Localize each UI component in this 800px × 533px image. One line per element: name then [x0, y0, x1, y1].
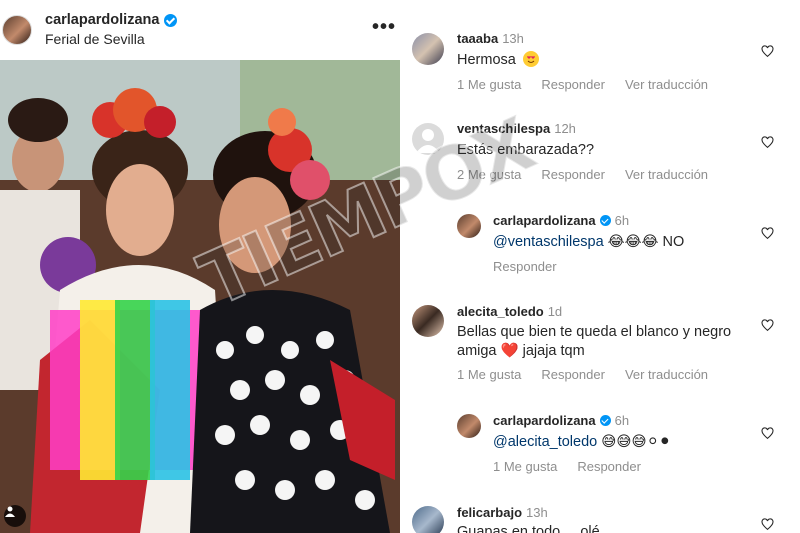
- more-horizontal-icon[interactable]: •••: [372, 16, 396, 39]
- reply-button[interactable]: Responder: [541, 367, 605, 382]
- verified-badge-icon: [599, 215, 611, 226]
- post-author-avatar[interactable]: [2, 15, 32, 45]
- heart-eyes-emoji-icon: [522, 51, 539, 67]
- photo-illustration: [0, 60, 400, 533]
- like-heart-icon[interactable]: [761, 136, 774, 149]
- comment-text: NO: [662, 234, 685, 250]
- sweat-smile-emoji-icon: 😅😅😅⚪⚫: [601, 434, 671, 450]
- post-photo[interactable]: [0, 60, 400, 533]
- comment-username[interactable]: taaaba: [457, 31, 498, 46]
- reply-button[interactable]: Responder: [493, 259, 557, 274]
- comment-likes[interactable]: 1 Me gusta: [457, 367, 521, 382]
- verified-badge-icon: [599, 415, 611, 426]
- comment-username[interactable]: carlapardolizana: [493, 213, 596, 228]
- post-author[interactable]: carlapardolizana: [45, 11, 178, 30]
- comment-timestamp[interactable]: 6h: [615, 213, 629, 228]
- comment-text: Hermosa: [457, 52, 516, 68]
- comment-timestamp[interactable]: 6h: [615, 413, 629, 428]
- comment-timestamp[interactable]: 13h: [502, 31, 524, 46]
- like-heart-icon[interactable]: [761, 45, 774, 58]
- reply-button[interactable]: Responder: [541, 77, 605, 92]
- comment-likes[interactable]: 1 Me gusta: [457, 77, 521, 92]
- commenter-avatar[interactable]: [457, 214, 481, 238]
- like-heart-icon[interactable]: [761, 319, 774, 332]
- commenter-avatar[interactable]: [457, 414, 481, 438]
- comment-likes[interactable]: 2 Me gusta: [457, 167, 521, 182]
- post-location[interactable]: Ferial de Sevilla: [45, 30, 177, 49]
- comment-likes[interactable]: 1 Me gusta: [493, 459, 557, 474]
- like-heart-icon[interactable]: [761, 518, 774, 531]
- comments-panel: taaaba 13h Hermosa 1 Me gusta Responder Ver…: [400, 0, 800, 533]
- commenter-avatar[interactable]: [412, 506, 444, 533]
- commenter-avatar[interactable]: [412, 305, 444, 337]
- see-translation-button[interactable]: Ver traducción: [625, 167, 708, 182]
- comment-text-continued: jajaja tqm: [522, 343, 585, 359]
- like-heart-icon[interactable]: [761, 227, 774, 240]
- comment-username[interactable]: ventaschilespa: [457, 121, 550, 136]
- comment-username[interactable]: carlapardolizana: [493, 413, 596, 428]
- comment-timestamp[interactable]: 13h: [526, 505, 548, 520]
- mention-link[interactable]: @alecita_toledo: [493, 434, 597, 450]
- see-translation-button[interactable]: Ver traducción: [625, 367, 708, 382]
- user-tag-icon[interactable]: [4, 505, 26, 527]
- reply-button[interactable]: Responder: [541, 167, 605, 182]
- post-author-username[interactable]: carlapardolizana: [45, 11, 159, 30]
- like-heart-icon[interactable]: [761, 427, 774, 440]
- comment-timestamp[interactable]: 1d: [548, 304, 562, 319]
- comment-username[interactable]: alecita_toledo: [457, 304, 544, 319]
- comment-username[interactable]: felicarbajo: [457, 505, 522, 520]
- laughing-emoji-icon: 😂😂😂: [607, 234, 659, 250]
- mention-link[interactable]: @ventaschilespa: [493, 234, 604, 250]
- red-heart-emoji-icon: ❤️: [500, 343, 519, 359]
- comment-timestamp[interactable]: 12h: [554, 121, 576, 136]
- see-translation-button[interactable]: Ver traducción: [625, 77, 708, 92]
- post-header: carlapardolizana Ferial de Sevilla •••: [0, 0, 400, 60]
- verified-badge-icon: [164, 14, 178, 27]
- commenter-avatar[interactable]: [412, 123, 444, 155]
- commenter-avatar[interactable]: [412, 33, 444, 65]
- comment-text: Bellas que bien te queda el blanco y neg…: [457, 324, 732, 359]
- comment-text: Guapas en todo ... olé: [457, 524, 600, 533]
- comment-text: Estás embarazada??: [457, 142, 595, 158]
- post-panel: carlapardolizana Ferial de Sevilla •••: [0, 0, 400, 533]
- reply-button[interactable]: Responder: [577, 459, 641, 474]
